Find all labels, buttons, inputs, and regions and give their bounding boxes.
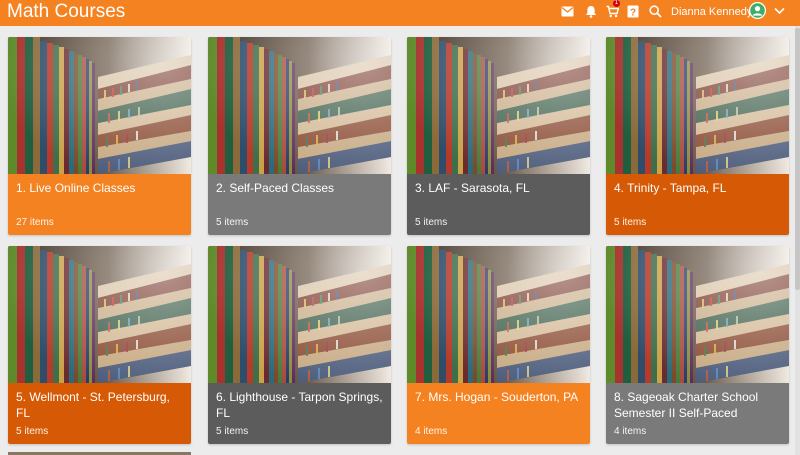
card-title: 2. Self-Paced Classes — [216, 181, 335, 195]
card-item-count: 5 items — [216, 426, 249, 437]
library-books-image — [606, 246, 789, 383]
library-books-image — [8, 246, 191, 383]
card-title: 1. Live Online Classes — [16, 181, 136, 195]
chevron-down-icon[interactable] — [774, 7, 785, 15]
card-info: 3. LAF - Sarasota, FL 5 items — [407, 174, 590, 235]
card-title: 4. Trinity - Tampa, FL — [614, 181, 727, 195]
course-card[interactable]: 2. Self-Paced Classes 5 items — [208, 37, 391, 235]
card-title: 3. LAF - Sarasota, FL — [415, 181, 530, 195]
course-card[interactable]: 5. Wellmont - St. Petersburg, FL 5 items — [8, 246, 191, 444]
course-card[interactable]: 7. Mrs. Hogan - Souderton, PA 4 items — [407, 246, 590, 444]
library-books-image — [208, 246, 391, 383]
help-icon[interactable]: ? — [627, 5, 639, 18]
card-title: 6. Lighthouse - Tarpon Springs, FL — [216, 390, 383, 420]
card-info: 7. Mrs. Hogan - Souderton, PA 4 items — [407, 383, 590, 444]
avatar[interactable] — [749, 2, 766, 19]
course-card[interactable]: 1. Live Online Classes 27 items — [8, 37, 191, 235]
card-info: 2. Self-Paced Classes 5 items — [208, 174, 391, 235]
library-books-image — [407, 37, 590, 174]
card-info: 1. Live Online Classes 27 items — [8, 174, 191, 235]
svg-text:?: ? — [630, 8, 636, 19]
card-item-count: 5 items — [216, 217, 249, 228]
course-card[interactable]: 6. Lighthouse - Tarpon Springs, FL 5 ite… — [208, 246, 391, 444]
card-info: 4. Trinity - Tampa, FL 5 items — [606, 174, 789, 235]
card-info: 5. Wellmont - St. Petersburg, FL 5 items — [8, 383, 191, 444]
card-title: 5. Wellmont - St. Petersburg, FL — [16, 390, 170, 420]
card-item-count: 4 items — [415, 426, 448, 437]
library-books-image — [606, 37, 789, 174]
card-item-count: 5 items — [16, 426, 49, 437]
card-info: 6. Lighthouse - Tarpon Springs, FL 5 ite… — [208, 383, 391, 444]
course-card[interactable]: 8. Sageoak Charter School Semester II Se… — [606, 246, 789, 444]
user-name[interactable]: Dianna Kennedy — [671, 6, 752, 19]
library-books-image — [8, 37, 191, 174]
page-title: Math Courses — [7, 1, 126, 22]
course-card[interactable]: 4. Trinity - Tampa, FL 5 items — [606, 37, 789, 235]
cart-count-badge: 1 — [613, 0, 620, 7]
library-books-image — [208, 37, 391, 174]
library-books-image — [407, 246, 590, 383]
card-item-count: 5 items — [614, 217, 647, 228]
user-avatar-icon — [749, 2, 766, 19]
card-item-count: 4 items — [614, 426, 647, 437]
search-icon[interactable] — [649, 5, 662, 18]
card-info: 8. Sageoak Charter School Semester II Se… — [606, 383, 789, 444]
course-card[interactable]: 3. LAF - Sarasota, FL 5 items — [407, 37, 590, 235]
card-title: 8. Sageoak Charter School Semester II Se… — [614, 390, 759, 420]
card-title: 7. Mrs. Hogan - Souderton, PA — [415, 390, 579, 404]
course-grid: 1. Live Online Classes 27 items 2. Self-… — [0, 26, 800, 455]
mail-icon[interactable] — [561, 6, 574, 17]
scrollbar-thumb[interactable] — [795, 28, 800, 290]
bell-icon[interactable] — [585, 5, 597, 18]
card-item-count: 5 items — [415, 217, 448, 228]
top-app-bar: Math Courses 1 ? Dianna Kennedy — [0, 0, 800, 26]
scrollbar[interactable] — [795, 26, 800, 455]
card-item-count: 27 items — [16, 217, 54, 228]
